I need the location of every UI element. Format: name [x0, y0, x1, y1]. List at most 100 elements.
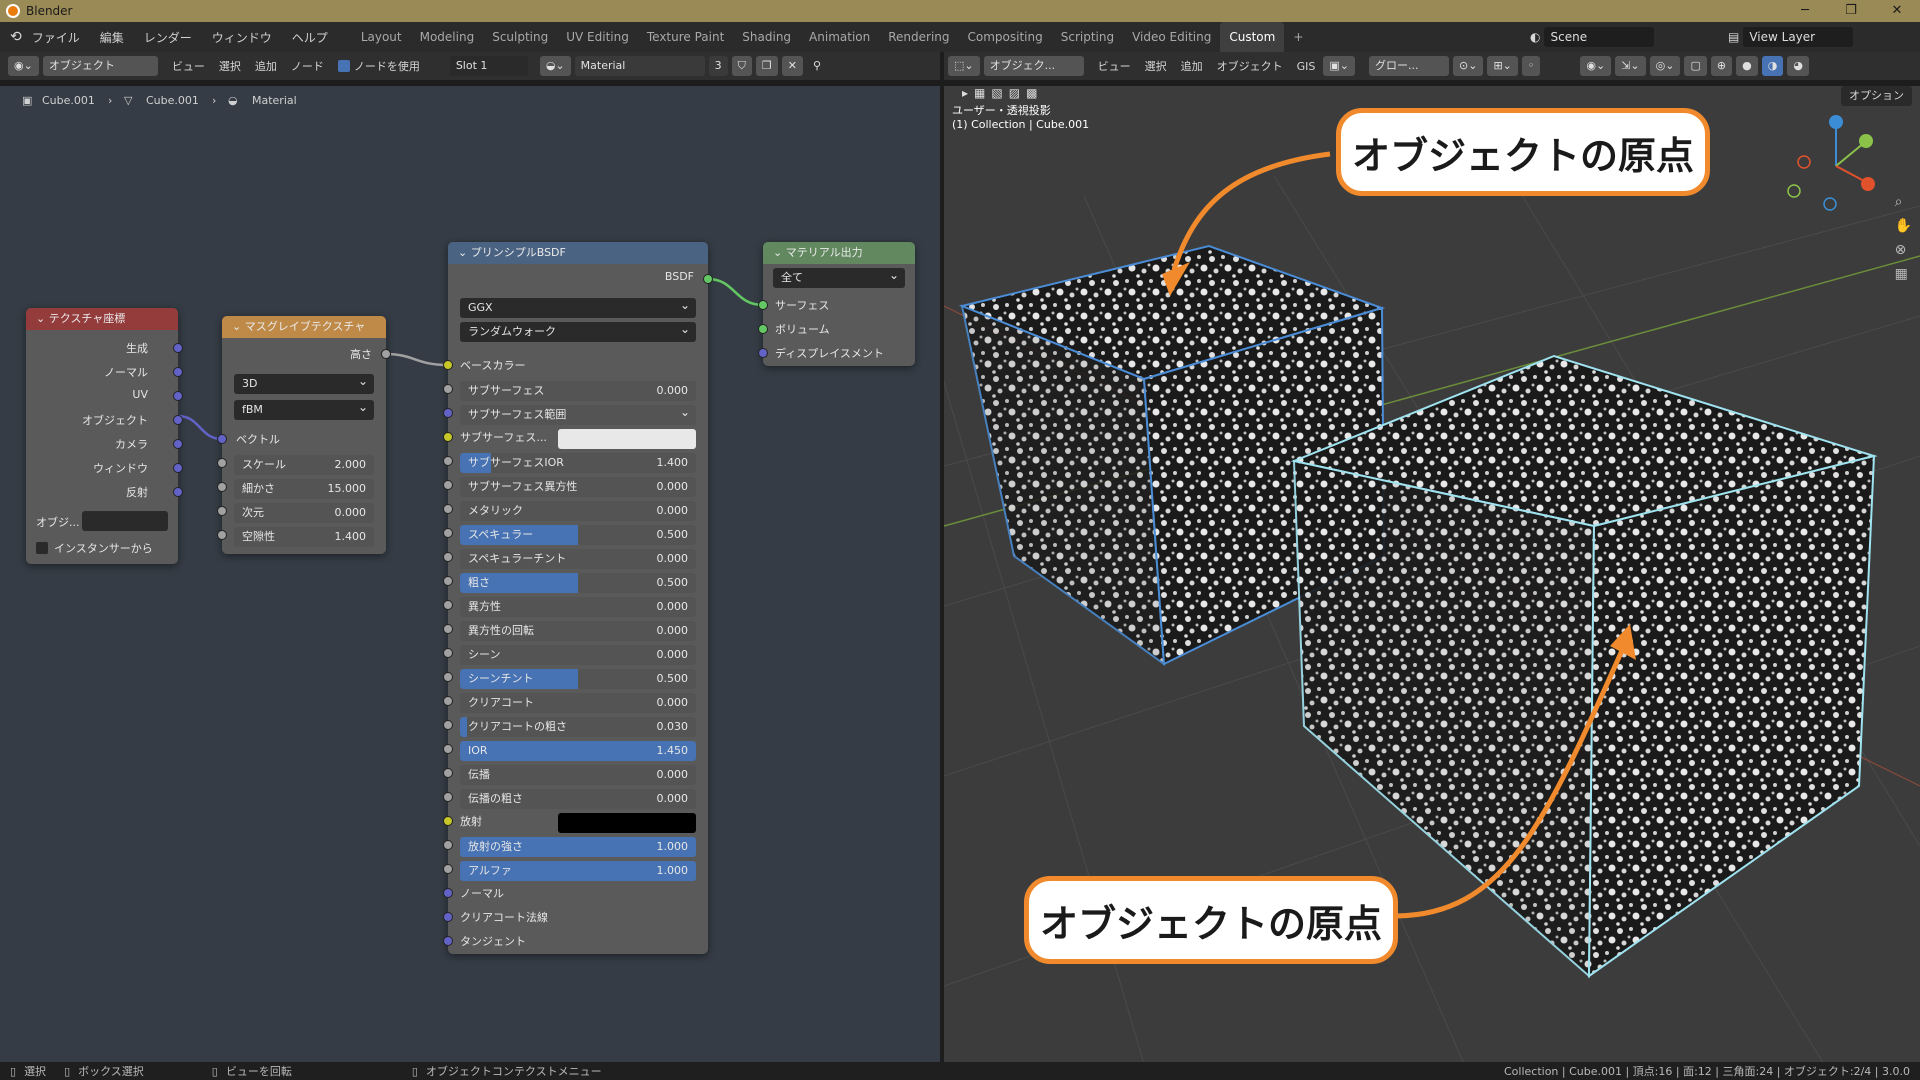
output-camera-socket[interactable] [173, 439, 183, 449]
shader-mode-dropdown[interactable]: オブジェクト [42, 56, 158, 76]
proportional-edit-icon[interactable]: ◦ [1521, 56, 1541, 76]
tab-uv-editing[interactable]: UV Editing [557, 22, 638, 52]
visibility-icon[interactable]: ◉⌄ [1580, 56, 1612, 76]
alpha-field[interactable]: アルファ 1.000 [460, 861, 696, 881]
maximize-icon[interactable]: ❐ [1828, 0, 1874, 22]
add-workspace-icon[interactable]: + [1284, 22, 1312, 52]
material-output-node[interactable]: ⌄ マテリアル出力 全て サーフェス ボリューム ディスプレイスメント [758, 242, 915, 366]
playback-icon[interactable]: ▸ [962, 86, 968, 100]
emission-color-swatch[interactable] [558, 813, 696, 833]
duplicate-material-icon[interactable]: ❐ [755, 56, 778, 76]
bsdf-param-socket[interactable] [443, 576, 453, 586]
gizmo-icon[interactable]: ⇲⌄ [1615, 56, 1646, 76]
gis-icon[interactable]: ▣⌄ [1323, 56, 1356, 76]
camera-view-icon[interactable]: ⊗ [1895, 242, 1912, 258]
output-bsdf-socket[interactable] [703, 274, 713, 284]
bsdf-param-socket[interactable] [443, 600, 453, 610]
viewport-mode-dropdown[interactable]: オブジェク... [983, 56, 1084, 76]
bsdf-param-socket[interactable] [443, 504, 453, 514]
viewport-menu-view[interactable]: ビュー [1098, 58, 1131, 74]
viewport-menu-gis[interactable]: GIS [1297, 60, 1316, 73]
texture-coordinate-node-header[interactable]: ⌄ テクスチャ座標 [26, 308, 178, 330]
subsurface-color-swatch[interactable] [558, 429, 696, 449]
pivot-icon[interactable]: ⊙⌄ [1453, 56, 1484, 76]
unlink-material-icon[interactable]: ✕ [781, 56, 803, 76]
scene-field[interactable]: Scene [1544, 27, 1655, 47]
menu-render[interactable]: レンダー [134, 29, 202, 46]
select-invert-icon[interactable]: ▩ [1026, 86, 1037, 100]
bsdf-param-socket[interactable] [443, 624, 453, 634]
detail-field[interactable]: 細かさ 15.000 [234, 479, 374, 499]
rendered-shading-icon[interactable]: ◕ [1787, 56, 1809, 76]
bsdf-param-field[interactable]: サブサーフェスIOR 1.400 [460, 453, 696, 473]
bsdf-param-socket[interactable] [443, 720, 453, 730]
transform-orientation-dropdown[interactable]: グロー... [1369, 56, 1450, 76]
bsdf-param-socket[interactable] [443, 480, 453, 490]
bsdf-param-socket[interactable] [443, 768, 453, 778]
material-name-field[interactable]: Material [574, 56, 705, 76]
subsurface-method-dropdown[interactable]: ランダムウォーク [460, 319, 696, 342]
ortho-grid-icon[interactable]: ▦ [1895, 266, 1912, 282]
output-object-socket[interactable] [173, 415, 183, 425]
pan-hand-icon[interactable]: ✋ [1895, 218, 1912, 234]
bsdf-param-field[interactable]: スペキュラー 0.500 [460, 525, 696, 545]
bsdf-param-field[interactable]: IOR 1.450 [460, 741, 696, 761]
subsurface-radius-dropdown[interactable]: サブサーフェス範囲 [460, 402, 696, 425]
material-shading-icon[interactable]: ◑ [1761, 56, 1784, 76]
fake-user-icon[interactable]: ⛉ [731, 56, 752, 76]
menu-edit[interactable]: 編集 [90, 29, 134, 46]
tab-scripting[interactable]: Scripting [1052, 22, 1123, 52]
viewport-editor-type-icon[interactable]: ⬚⌄ [948, 56, 980, 76]
bsdf-param-field[interactable]: スペキュラーチント 0.000 [460, 549, 696, 569]
musgrave-type-dropdown[interactable]: fBM [234, 397, 374, 420]
bsdf-param-field[interactable]: クリアコートの粗さ 0.030 [460, 717, 696, 737]
view-layer-field[interactable]: View Layer [1743, 27, 1854, 47]
bsdf-param-field[interactable]: 伝播の粗さ 0.000 [460, 789, 696, 809]
output-height-socket[interactable] [381, 349, 391, 359]
menu-help[interactable]: ヘルプ [282, 29, 338, 46]
snap-icon[interactable]: ⊞⌄ [1487, 56, 1518, 76]
input-tangent-socket[interactable] [443, 936, 453, 946]
bsdf-param-socket[interactable] [443, 552, 453, 562]
tab-shading[interactable]: Shading [733, 22, 800, 52]
bsdf-node-header[interactable]: ⌄ プリンシプルBSDF [448, 242, 708, 264]
bsdf-param-socket[interactable] [443, 792, 453, 802]
musgrave-node-header[interactable]: ⌄ マスグレイブテクスチャ [222, 316, 386, 338]
tab-custom[interactable]: Custom [1220, 22, 1285, 52]
dimension-field[interactable]: 次元 0.000 [234, 503, 374, 523]
distribution-dropdown[interactable]: GGX [460, 295, 696, 318]
bsdf-param-socket[interactable] [443, 744, 453, 754]
input-alpha-socket[interactable] [443, 864, 453, 874]
bsdf-param-field[interactable]: シーンチント 0.500 [460, 669, 696, 689]
output-reflection-socket[interactable] [173, 487, 183, 497]
output-normal-socket[interactable] [173, 367, 183, 377]
scale-field[interactable]: スケール 2.000 [234, 455, 374, 475]
input-scale-socket[interactable] [217, 458, 227, 468]
subsurface-field[interactable]: サブサーフェス 0.000 [460, 381, 696, 401]
tab-texture-paint[interactable]: Texture Paint [638, 22, 733, 52]
tab-video-editing[interactable]: Video Editing [1123, 22, 1220, 52]
input-subsurface-radius-socket[interactable] [443, 408, 453, 418]
lacunarity-field[interactable]: 空隙性 1.400 [234, 527, 374, 547]
input-base-color-socket[interactable] [443, 360, 453, 370]
select-new-icon[interactable]: ▦ [974, 86, 985, 100]
bsdf-param-field[interactable]: 異方性 0.000 [460, 597, 696, 617]
output-window-socket[interactable] [173, 463, 183, 473]
close-icon[interactable]: ✕ [1874, 0, 1920, 22]
input-detail-socket[interactable] [217, 482, 227, 492]
viewport-options-button[interactable]: オプション [1841, 86, 1912, 106]
use-nodes-checkbox[interactable] [337, 60, 350, 72]
minimize-icon[interactable]: ─ [1782, 0, 1828, 22]
bsdf-param-socket[interactable] [443, 696, 453, 706]
blender-menu-icon[interactable]: ⟲ [10, 29, 22, 45]
zoom-icon[interactable]: ⌕ [1895, 194, 1912, 210]
3d-viewport[interactable]: ユーザー・透視投影 (1) Collection | Cube.001 オプショ… [944, 86, 1920, 1064]
overlay-icon[interactable]: ◎⌄ [1649, 56, 1681, 76]
menu-file[interactable]: ファイル [22, 29, 90, 46]
bsdf-param-field[interactable]: 粗さ 0.500 [460, 573, 696, 593]
from-instancer-checkbox[interactable] [36, 542, 48, 554]
wireframe-shading-icon[interactable]: ⊕ [1710, 56, 1733, 76]
slot-dropdown[interactable]: Slot 1 [449, 56, 528, 76]
tab-sculpting[interactable]: Sculpting [483, 22, 557, 52]
bsdf-param-field[interactable]: 伝播 0.000 [460, 765, 696, 785]
